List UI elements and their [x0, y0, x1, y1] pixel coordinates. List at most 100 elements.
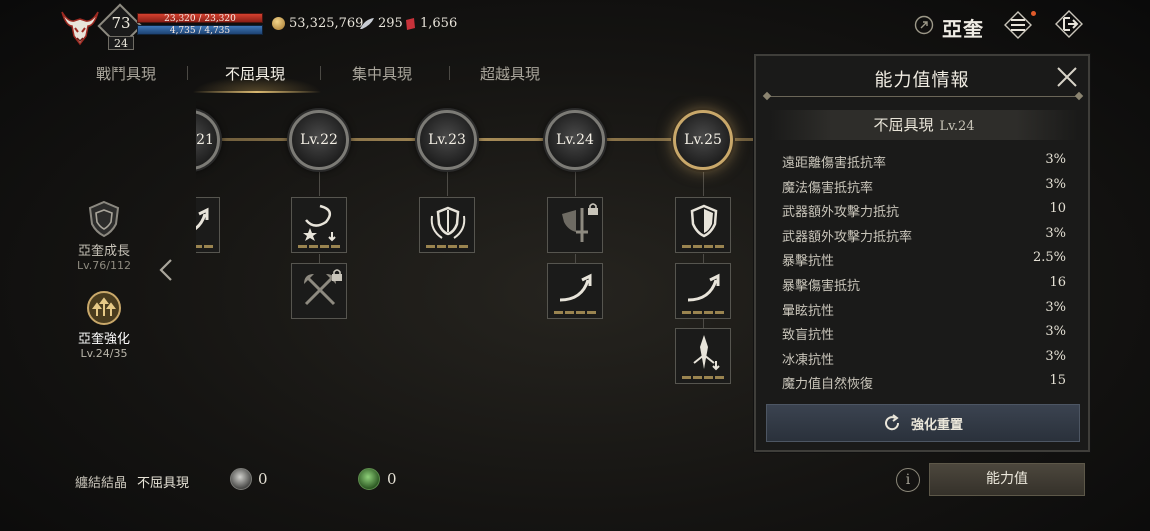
stat-row: 暴擊傷害抵抗 16 — [782, 275, 1066, 299]
stat-row: 武器額外攻擊力抵抗 10 — [782, 201, 1066, 225]
stat-name: 暴擊抗性 — [782, 254, 835, 269]
tree-node-25[interactable]: Lv.25 — [673, 110, 733, 170]
tab-divider — [449, 66, 450, 80]
nav-enhance[interactable]: 亞奎強化 Lv.24/35 — [70, 290, 138, 360]
skill-slot-laurel-shield[interactable] — [419, 197, 475, 253]
tab-divider — [320, 66, 321, 80]
stat-value: 3% — [1045, 152, 1066, 167]
nav-growth[interactable]: 亞奎成長 Lv.76/112 — [70, 200, 138, 272]
tab-combat[interactable]: 戰鬥具現 — [96, 63, 156, 84]
gold-coin-icon — [272, 17, 285, 30]
tab-indomitable[interactable]: 不屈具現 — [225, 63, 285, 84]
laurel-shield-icon — [430, 206, 466, 239]
close-icon[interactable] — [1056, 66, 1078, 88]
feather-amount: 295 — [378, 16, 403, 31]
tab-transcend[interactable]: 超越具現 — [480, 63, 540, 84]
tree-node-21[interactable]: 21 — [196, 110, 220, 170]
tree-node-label: Lv.24 — [556, 132, 594, 148]
stat-name: 遠距離傷害抵抗率 — [782, 156, 887, 171]
crystal-a-count: 0 — [258, 470, 268, 488]
upgrade-emblem-icon — [87, 291, 121, 325]
skill-slot-arrow[interactable] — [196, 197, 220, 253]
tree-node-label: Lv.25 — [684, 132, 722, 148]
crystal-type: 不屈具現 — [137, 476, 190, 491]
stat-row: 武器額外攻擊力抵抗率 3% — [782, 226, 1066, 250]
stat-name: 魔力值自然恢復 — [782, 377, 874, 392]
nav-growth-label: 亞奎成長 — [77, 244, 130, 259]
crystal-a-icon — [230, 468, 252, 490]
stat-name: 魔法傷害抵抗率 — [782, 181, 874, 196]
panel-subtitle: 不屈具現 Lv.24 — [770, 110, 1078, 140]
skill-slot-shield[interactable] — [675, 197, 731, 253]
skill-slot-sword-shield[interactable] — [547, 197, 603, 253]
gold-amount: 53,325,769 — [289, 16, 364, 31]
stat-row: 魔法傷害抵抗率 3% — [782, 177, 1066, 201]
stat-value: 3% — [1045, 300, 1066, 315]
stat-row: 冰凍抗性 3% — [782, 349, 1066, 373]
shield-icon — [690, 204, 718, 238]
crystal-label: 纏結結晶 — [75, 476, 128, 491]
tree-node-24[interactable]: Lv.24 — [545, 110, 605, 170]
skill-level-pips — [196, 245, 213, 248]
stat-row: 致盲抗性 3% — [782, 324, 1066, 348]
stat-name: 武器額外攻擊力抵抗 — [782, 205, 900, 220]
menu-icon[interactable] — [1003, 10, 1033, 40]
stat-row: 暈眩抗性 3% — [782, 300, 1066, 324]
nav-enhance-level: Lv.24/35 — [80, 347, 128, 360]
skill-level-pips — [554, 311, 596, 314]
clan-link-icon[interactable] — [914, 15, 934, 35]
lock-icon — [332, 269, 342, 281]
player-level: 73 — [111, 14, 131, 32]
reset-enhance-label: 強化重置 — [910, 417, 963, 433]
skill-level-pips — [682, 311, 724, 314]
skill-slot-arrow[interactable] — [547, 263, 603, 319]
tab-divider — [187, 66, 188, 80]
stat-info-panel: 能力值情報 不屈具現 Lv.24 遠距離傷害抵抗率 3% 魔法傷害抵抗率 3% 武器額… — [754, 54, 1090, 452]
stats-button[interactable]: 能力值 — [929, 463, 1085, 496]
refresh-icon — [885, 414, 899, 431]
feather-icon — [360, 18, 374, 29]
stat-value: 15 — [1049, 373, 1066, 388]
skill-level-pips — [682, 376, 724, 379]
reset-enhance-button[interactable]: 強化重置 — [766, 404, 1080, 442]
exit-icon[interactable] — [1054, 9, 1084, 39]
stat-value: 2.5% — [1032, 250, 1066, 265]
skill-level-pips — [682, 245, 724, 248]
skill-slot-star-swirl[interactable] — [291, 197, 347, 253]
tree-node-22[interactable]: Lv.22 — [289, 110, 349, 170]
nav-growth-level: Lv.76/112 — [77, 259, 131, 272]
bull-skull-emblem-icon[interactable] — [58, 6, 102, 48]
stat-row: 暴擊抗性 2.5% — [782, 250, 1066, 274]
panel-divider — [766, 96, 1080, 97]
skill-slot-arrow[interactable] — [675, 263, 731, 319]
crystal-b-count: 0 — [387, 470, 397, 488]
stat-value: 3% — [1045, 177, 1066, 192]
skill-slot-crossed-axes[interactable] — [291, 263, 347, 319]
panel-title: 能力值情報 — [874, 70, 970, 91]
stat-value: 3% — [1045, 349, 1066, 364]
lock-icon — [588, 203, 598, 215]
tree-connector — [319, 172, 320, 196]
nav-enhance-label: 亞奎強化 — [77, 332, 130, 347]
skill-slot-spear[interactable] — [675, 328, 731, 384]
tree-connector — [575, 172, 576, 196]
gem-amount: 1,656 — [420, 16, 458, 31]
star-swirl-icon — [303, 204, 336, 242]
tree-connector — [703, 172, 704, 196]
red-gem-icon — [406, 18, 415, 30]
spear-icon — [693, 335, 720, 371]
info-button[interactable]: i — [896, 468, 920, 492]
tree-node-23[interactable]: Lv.23 — [417, 110, 477, 170]
tree-node-label: Lv.23 — [428, 132, 466, 148]
panel-subtitle-text: 不屈具現 — [873, 116, 934, 134]
tree-node-label: Lv.22 — [300, 132, 338, 148]
tab-focus[interactable]: 集中具現 — [352, 63, 412, 84]
stat-name: 武器額外攻擊力抵抗率 — [782, 230, 913, 245]
hp-bar: 23,320 / 23,320 — [137, 13, 263, 24]
skill-tree: 21 Lv.22 Lv.23 Lv.24 Lv.25 — [196, 96, 756, 396]
stat-value: 16 — [1049, 275, 1066, 290]
arrow-swirl-icon — [687, 273, 720, 302]
stat-row: 遠距離傷害抵抗率 3% — [782, 152, 1066, 176]
tree-connector — [447, 172, 448, 196]
chevron-left-icon[interactable] — [158, 258, 174, 282]
